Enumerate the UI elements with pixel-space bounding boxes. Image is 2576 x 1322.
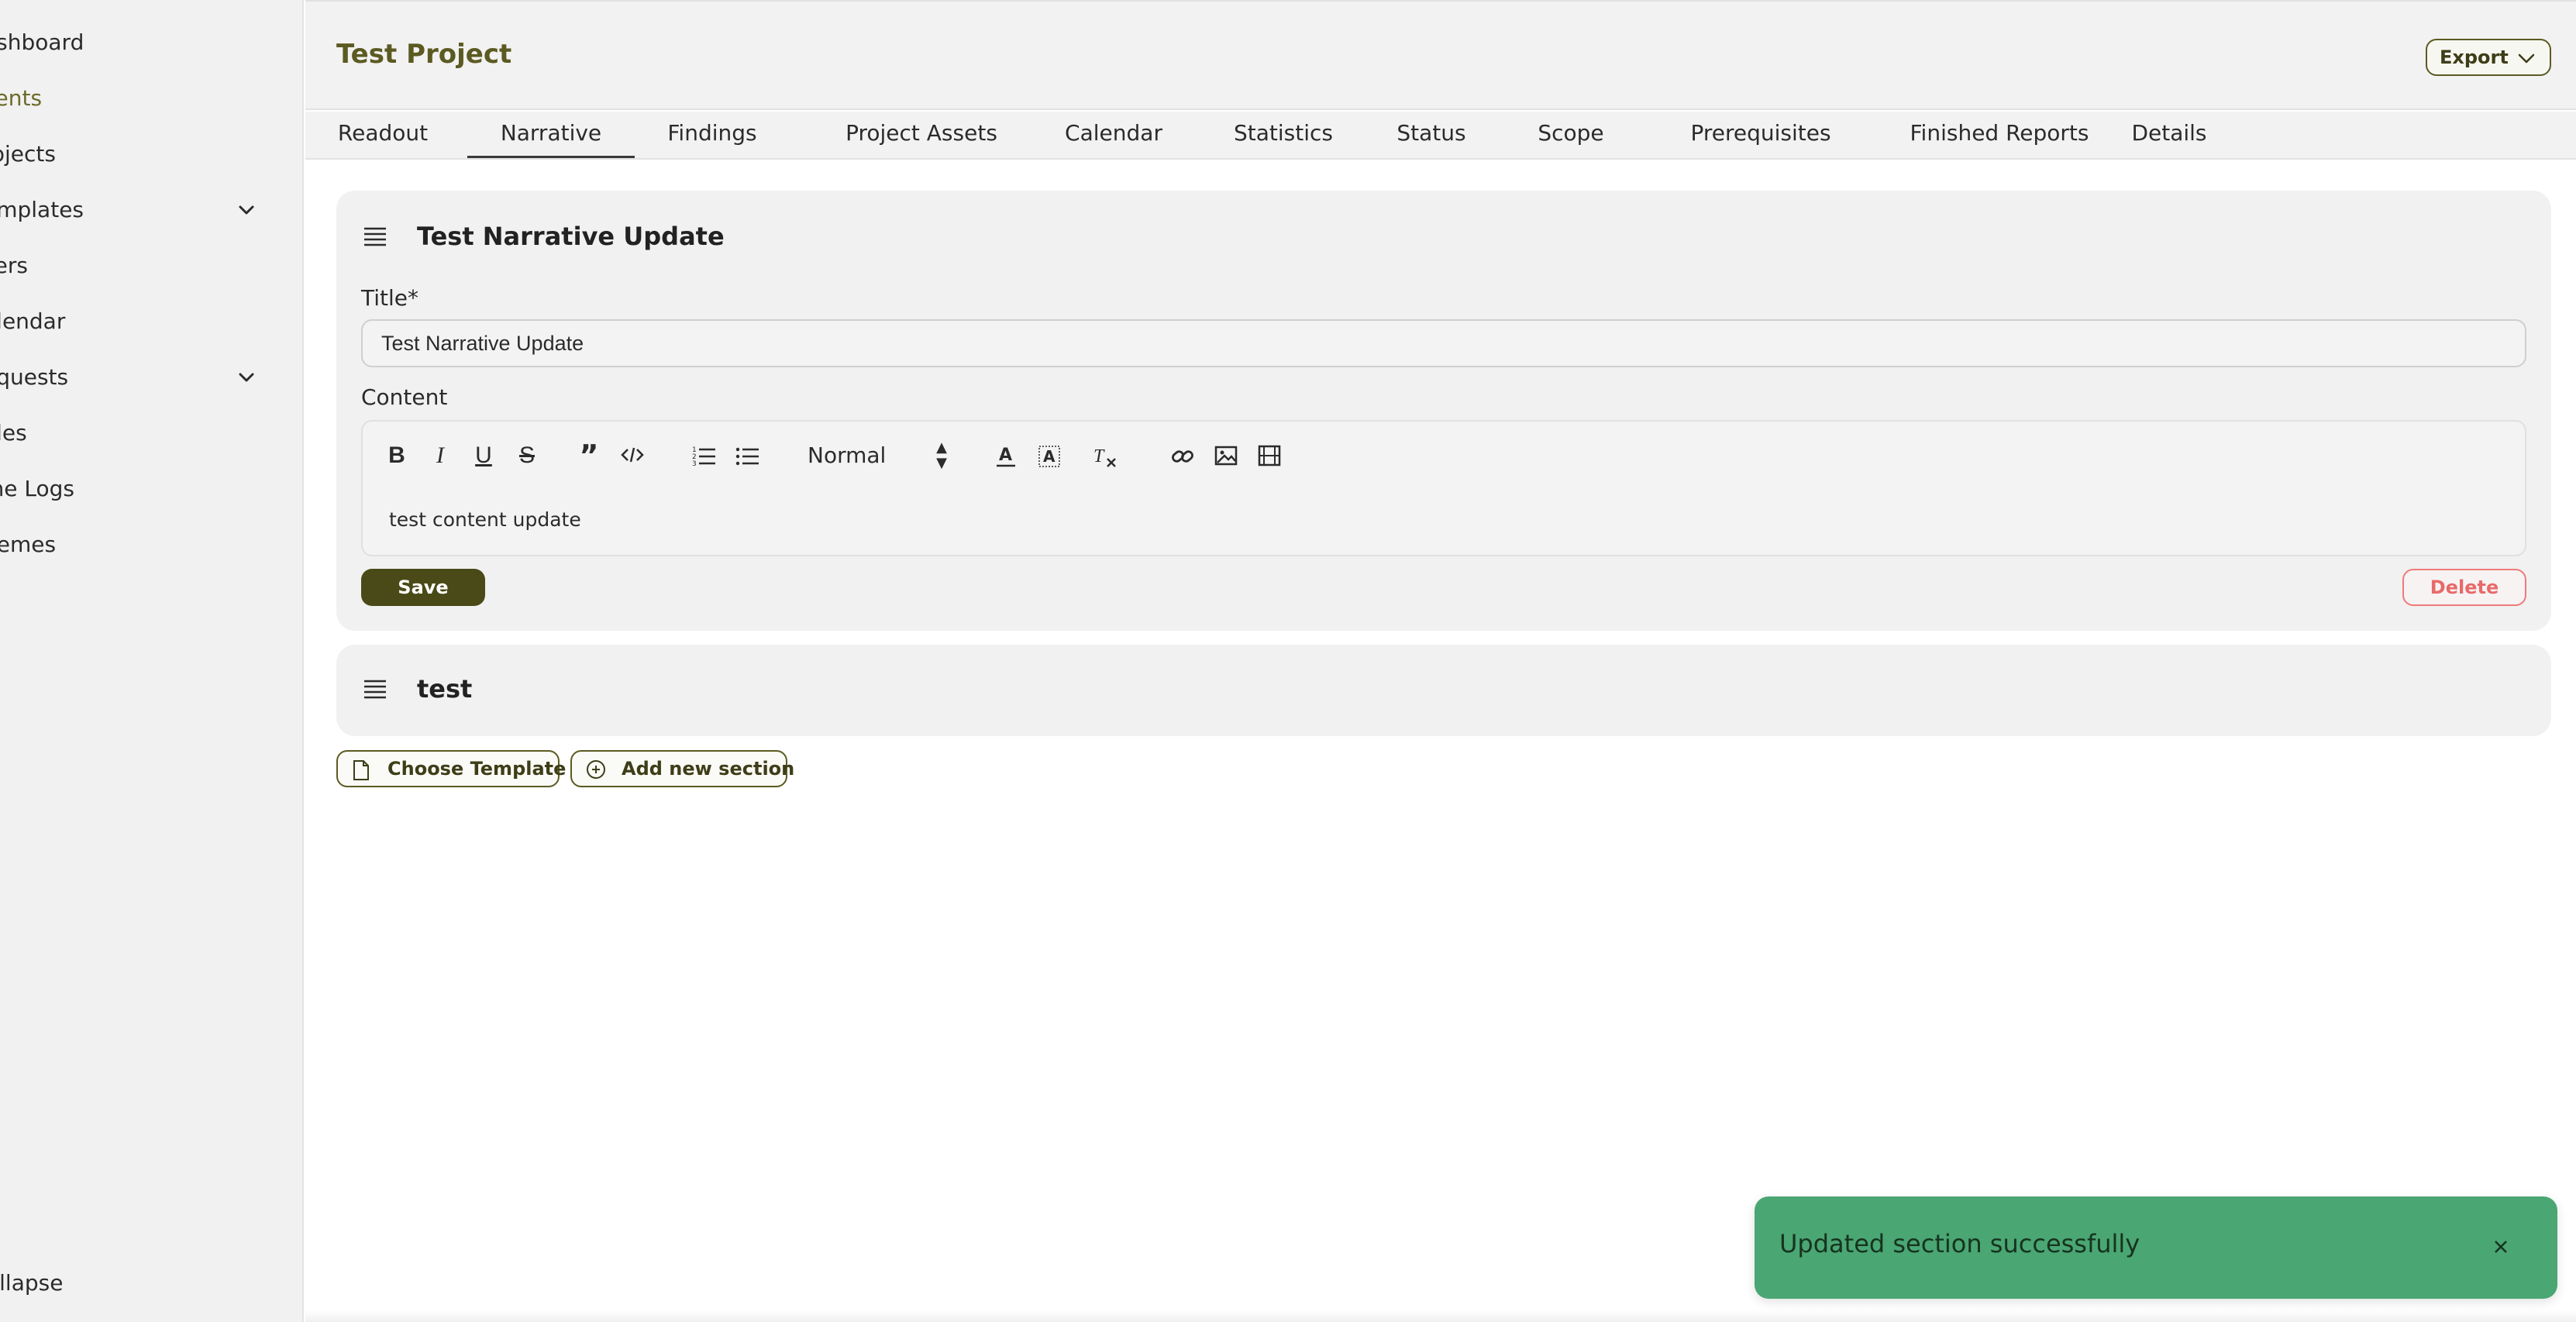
- sidebar-item-label: oles: [0, 420, 27, 446]
- file-icon: [353, 760, 369, 780]
- project-header: Test Project Export: [305, 0, 2576, 110]
- tab-label: Narrative: [500, 120, 602, 146]
- chevron-down-icon[interactable]: [236, 199, 257, 221]
- tab-prerequisites[interactable]: Prerequisites: [1669, 112, 1852, 158]
- content-label: Content: [361, 384, 448, 410]
- sidebar-item-label: emplates: [0, 197, 84, 222]
- chevron-down-icon[interactable]: [236, 367, 257, 388]
- tab-label: Findings: [667, 120, 757, 146]
- tab-label: Prerequisites: [1690, 120, 1831, 146]
- export-label: Export: [2440, 46, 2509, 68]
- tab-label: Calendar: [1065, 120, 1162, 146]
- updown-icon: ▲ ▼: [936, 439, 947, 471]
- title-label: Title*: [361, 285, 419, 311]
- rich-text-editor[interactable]: B I U S ” 123 Normal ▲ ▼ A A T test cont…: [361, 420, 2526, 556]
- clear-formatting-icon[interactable]: T: [1091, 440, 1119, 471]
- add-section-label: Add new section: [622, 758, 795, 780]
- svg-text:A: A: [999, 446, 1012, 465]
- sidebar-item-requests[interactable]: equests: [0, 356, 285, 399]
- sidebar-item-projects[interactable]: rojects: [0, 133, 285, 176]
- choose-template-button[interactable]: Choose Template: [336, 750, 566, 787]
- sidebar-item-calendar[interactable]: alendar: [0, 300, 285, 343]
- save-button[interactable]: Save: [361, 569, 485, 606]
- sidebar-item-label: me Logs: [0, 476, 75, 501]
- chevron-down-icon: [2518, 53, 2535, 64]
- text-style-value: Normal: [808, 442, 887, 468]
- tab-label: Project Assets: [845, 120, 997, 146]
- ordered-list-icon[interactable]: 123: [690, 440, 718, 471]
- sidebar: ashboard lients rojects emplates sers al…: [0, 0, 304, 1322]
- tab-label: Finished Reports: [1910, 120, 2089, 146]
- delete-button[interactable]: Delete: [2402, 569, 2526, 606]
- sidebar-item-time-logs[interactable]: me Logs: [0, 467, 285, 511]
- text-color-icon[interactable]: A: [992, 440, 1020, 471]
- sidebar-item-dashboard[interactable]: ashboard: [0, 21, 285, 64]
- sidebar-item-templates[interactable]: emplates: [0, 188, 285, 232]
- bullet-list-icon[interactable]: [733, 440, 761, 471]
- editor-content[interactable]: test content update: [389, 508, 581, 531]
- page-title: Test Project: [336, 39, 512, 70]
- video-icon[interactable]: [1255, 440, 1283, 471]
- image-icon[interactable]: [1212, 440, 1240, 471]
- choose-template-label: Choose Template: [387, 758, 567, 780]
- drag-handle-icon[interactable]: [363, 226, 387, 248]
- sidebar-item-label: lients: [0, 85, 43, 111]
- add-section-button[interactable]: Add new section: [570, 750, 794, 787]
- tab-label: Status: [1396, 120, 1466, 146]
- tab-readout[interactable]: Readout: [325, 112, 440, 158]
- sidebar-item-label: equests: [0, 364, 69, 390]
- tab-finished-reports[interactable]: Finished Reports: [1883, 112, 2116, 158]
- sidebar-item-label: alendar: [0, 308, 66, 334]
- tab-label: Scope: [1538, 120, 1604, 146]
- section-card[interactable]: test: [336, 645, 2551, 736]
- sidebar-item-themes[interactable]: hemes: [0, 523, 285, 566]
- tab-label: Readout: [337, 120, 429, 146]
- tab-narrative[interactable]: Narrative: [467, 112, 635, 158]
- main-content: Test Project Export Readout Narrative Fi…: [305, 0, 2576, 1322]
- success-toast: Updated section successfully: [1755, 1196, 2557, 1299]
- bottom-shadow: [305, 1310, 2576, 1322]
- sidebar-item-label: sers: [0, 253, 28, 278]
- tab-details[interactable]: Details: [2127, 112, 2212, 158]
- svg-text:A: A: [1043, 447, 1056, 466]
- tab-project-assets[interactable]: Project Assets: [828, 112, 1014, 158]
- underline-icon[interactable]: U: [470, 440, 498, 471]
- bold-icon[interactable]: B: [383, 440, 411, 471]
- title-input[interactable]: [361, 319, 2526, 367]
- section-card: Test Narrative Update Title* Content B I…: [336, 191, 2551, 631]
- drag-handle-icon[interactable]: [363, 679, 387, 701]
- toast-message: Updated section successfully: [1779, 1229, 2140, 1258]
- svg-text:3: 3: [692, 460, 697, 466]
- sidebar-item-users[interactable]: sers: [0, 244, 285, 287]
- tab-bar: Readout Narrative Findings Project Asset…: [305, 112, 2576, 160]
- section-heading: test: [417, 674, 473, 704]
- sidebar-item-label: ashboard: [0, 29, 84, 55]
- sidebar-item-label: hemes: [0, 532, 57, 557]
- italic-icon[interactable]: I: [426, 440, 454, 471]
- svg-text:T: T: [1093, 446, 1105, 466]
- sidebar-collapse-button[interactable]: ollapse: [0, 1262, 63, 1305]
- code-block-icon[interactable]: [618, 440, 646, 471]
- strikethrough-icon[interactable]: S: [513, 440, 541, 471]
- sidebar-item-clients[interactable]: lients: [0, 77, 285, 120]
- sidebar-item-roles[interactable]: oles: [0, 411, 285, 455]
- blockquote-icon[interactable]: ”: [575, 440, 603, 471]
- tab-label: Statistics: [1234, 120, 1333, 146]
- export-button[interactable]: Export: [2426, 39, 2551, 76]
- tab-status[interactable]: Status: [1388, 112, 1475, 158]
- background-color-icon[interactable]: A: [1035, 440, 1063, 471]
- tab-findings[interactable]: Findings: [662, 112, 763, 158]
- link-icon[interactable]: [1169, 440, 1197, 471]
- tab-label: Details: [2131, 120, 2207, 146]
- collapse-label: ollapse: [0, 1270, 64, 1296]
- text-style-select[interactable]: Normal ▲ ▼: [808, 440, 947, 471]
- sidebar-item-label: rojects: [0, 141, 56, 167]
- close-icon[interactable]: [2489, 1235, 2512, 1258]
- tab-calendar[interactable]: Calendar: [1049, 112, 1178, 158]
- plus-circle-icon: [587, 760, 605, 779]
- tab-statistics[interactable]: Statistics: [1218, 112, 1348, 158]
- tab-scope[interactable]: Scope: [1528, 112, 1613, 158]
- section-heading: Test Narrative Update: [417, 222, 725, 251]
